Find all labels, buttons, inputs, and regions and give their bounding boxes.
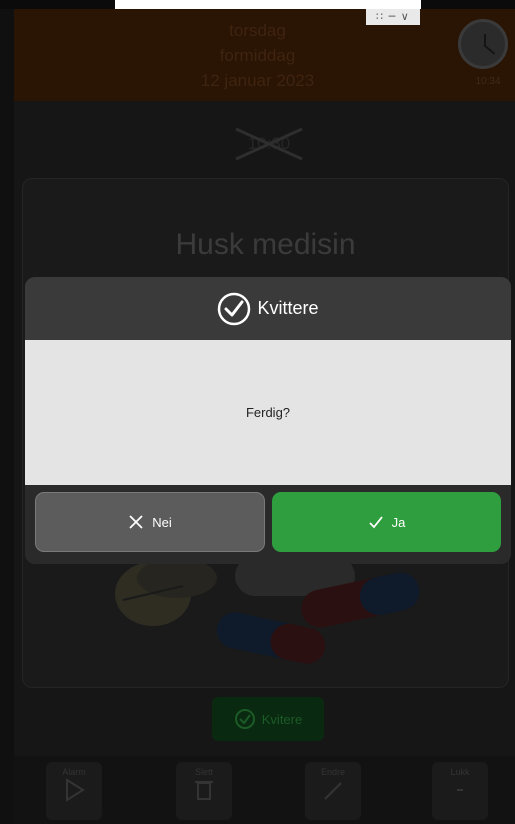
trash-icon [195,781,213,800]
confirm-dialog: Kvittere Ferdig? Nei Ja [25,277,511,564]
close-icon [129,515,143,529]
header-period: formiddag [219,46,296,65]
quit-button[interactable]: Kvitere [212,697,324,741]
crossed-time: 10:30 [230,125,308,163]
check-circle-icon [234,709,255,729]
activity-title: Husk medisin [175,228,356,261]
top-strip [115,0,421,9]
check-circle-icon [218,292,251,325]
clock-time: 10:34 [475,76,501,87]
yes-button[interactable]: Ja [272,492,501,552]
clock-icon [458,19,508,69]
play-icon [66,778,85,802]
toolbar-delete-label: Slett [194,767,213,777]
dialog-message: Ferdig? [245,405,291,420]
no-button-label: Nei [152,514,172,530]
check-icon [368,516,383,529]
no-button[interactable]: Nei [35,492,265,552]
header-date: 12 januar 2023 [200,71,315,90]
quit-button-label: Kvitere [261,711,303,727]
dialog-header: Kvittere [25,277,511,340]
cross-out-icon [235,127,303,161]
toolbar-delete-button[interactable]: Slett [176,762,232,820]
close-icon [457,789,463,791]
toolbar-edit-label: Endre [320,767,346,777]
toolbar-edit-button[interactable]: Endre [305,762,361,820]
pills-image [115,556,420,664]
yes-button-label: Ja [391,514,406,530]
dialog-title: Kvittere [257,298,319,318]
left-edge [0,9,14,824]
toolbar-close-label: Lukk [450,767,470,777]
toolbar-alarm-label: Alarm [62,767,86,777]
toolbar-alarm-button[interactable]: Alarm [46,762,102,820]
pencil-icon [324,782,342,800]
header-day: torsdag [229,21,286,40]
dialog-body: Ferdig? [25,340,511,485]
toolbar-close-button[interactable]: Lukk [432,762,488,820]
